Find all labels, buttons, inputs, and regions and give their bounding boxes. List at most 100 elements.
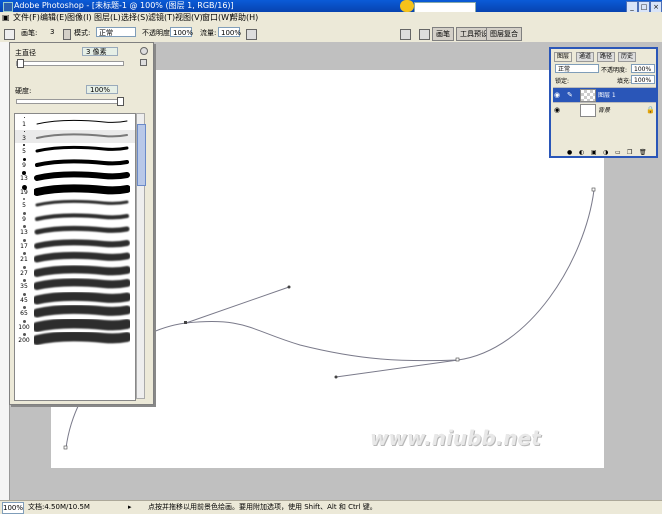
brush-preset-item[interactable]: 5 (15, 197, 135, 210)
brush-preset-list[interactable]: 1 3 5 9 13 19 5 9 13 17 21 27 35 45 65 100 200 (14, 113, 136, 401)
control-handle-line-1[interactable] (185, 286, 290, 324)
layer-name: 背景 (598, 107, 611, 114)
arrow-icon[interactable]: ▸ (128, 501, 132, 514)
status-bar: 100% 文档:4.50M/10.5M ▸ 点按并拖移以用前景色绘画。要用附加选… (0, 500, 662, 514)
tab-history[interactable]: 历史 (618, 52, 637, 62)
diameter-input[interactable]: 3 像素 (82, 47, 118, 56)
anchor-point[interactable] (455, 357, 460, 362)
brush-list-scrollbar[interactable] (136, 113, 146, 399)
brush-size-label: 65 (20, 310, 28, 317)
brush-preset-item[interactable]: 27 (15, 264, 135, 278)
brush-preset-item[interactable]: 35 (15, 278, 135, 291)
brush-preset-item[interactable]: 21 (15, 251, 135, 264)
brush-preset-item[interactable]: 9 (15, 211, 135, 224)
diameter-label: 主直径 (15, 49, 36, 57)
brush-preset-item[interactable]: 65 (15, 305, 135, 318)
panel-menu-icon[interactable] (140, 47, 148, 55)
adjustment-layer-icon[interactable]: ◑ (603, 149, 608, 156)
brush-stroke-path (35, 145, 129, 153)
brush-size-label: 9 (22, 161, 26, 169)
brush-stroke-preview (35, 158, 129, 167)
brush-preset-item[interactable]: 17 (15, 238, 135, 251)
brush-list-scroll-thumb[interactable] (137, 124, 146, 186)
brush-preset-item[interactable]: 5 (15, 143, 135, 156)
brush-size-label: 5 (22, 202, 26, 209)
diameter-slider[interactable] (16, 59, 124, 68)
brush-size-label: 5 (22, 148, 26, 155)
layer-style-icon[interactable]: ◐ (579, 149, 584, 156)
brush-preset-item[interactable]: 3 (15, 129, 135, 143)
brush-stroke-path (36, 132, 128, 139)
brush-preset-item[interactable]: 13 (15, 224, 135, 237)
status-hint: 点按并拖移以用前景色绘画。要用附加选项，使用 Shift、Alt 和 Ctrl … (148, 503, 377, 511)
brush-preset-item[interactable]: 1 (15, 116, 135, 129)
visibility-eye-icon[interactable]: ◉ (554, 106, 562, 114)
new-layer-icon[interactable]: ❐ (627, 149, 632, 156)
brush-stroke-preview (34, 264, 130, 277)
fill-input[interactable]: 100% (631, 75, 655, 84)
delete-layer-icon[interactable]: 🗑 (639, 149, 647, 156)
brush-stroke-path (35, 199, 129, 207)
brush-preset-item[interactable]: 45 (15, 291, 135, 305)
hardness-slider-knob[interactable] (117, 97, 124, 106)
anchor-point[interactable] (63, 445, 68, 450)
brush-preset-item[interactable]: 13 (15, 170, 135, 183)
brush-size-label: 3 (22, 134, 26, 142)
brush-tip-dot (23, 130, 25, 132)
brush-size-label: 27 (20, 269, 28, 277)
new-group-icon[interactable]: ▭ (615, 149, 621, 156)
layer-row[interactable]: ◉ 背景 🔒 (553, 102, 656, 117)
brush-stroke-preview (34, 305, 130, 318)
brush-size-label: 13 (20, 229, 28, 236)
anchor-point[interactable] (591, 187, 596, 192)
tab-channels[interactable]: 通道 (576, 52, 595, 62)
brush-stroke-path (34, 238, 130, 249)
brush-size-label: 9 (22, 215, 26, 223)
brush-stroke-path (34, 318, 130, 332)
layer-mask-icon[interactable]: ▣ (591, 149, 597, 156)
brush-stroke-preview (34, 278, 130, 290)
layer-opacity-input[interactable]: 100% (631, 64, 655, 73)
brush-stroke-preview (34, 332, 130, 345)
panel-expand-icon[interactable] (140, 59, 147, 66)
brush-size-label: 13 (20, 175, 28, 182)
control-handle-point[interactable] (287, 285, 291, 289)
tab-layers[interactable]: 图层 (554, 52, 573, 62)
brush-preset-item[interactable]: 100 (15, 318, 135, 332)
brush-picker-panel: 主直径 3 像素 硬度: 100% 1 3 5 9 13 19 5 9 13 17 21 27 35 45… (9, 42, 154, 405)
brush-preset-item[interactable]: 19 (15, 183, 135, 197)
zoom-level-input[interactable]: 100% (2, 502, 24, 514)
hardness-input[interactable]: 100% (86, 85, 118, 94)
brush-stroke-path (36, 119, 128, 125)
document-size[interactable]: 文档:4.50M/10.5M (28, 501, 90, 514)
tab-paths[interactable]: 路径 (597, 52, 616, 62)
brush-stroke-path (34, 291, 130, 304)
layer-thumbnail (580, 89, 596, 102)
brush-preset-item[interactable]: 200 (15, 332, 135, 345)
brush-stroke-preview (34, 251, 130, 263)
brush-stroke-path (35, 212, 129, 221)
brush-stroke-preview (34, 171, 130, 181)
control-handle-line-2[interactable] (335, 359, 459, 378)
brush-size-label: 200 (18, 337, 30, 344)
layers-panel: 图层 通道 路径 历史 正常 不透明度: 100% 锁定: 填充: 100% ◉… (549, 47, 658, 158)
layer-row[interactable]: ◉ ✎ 图层 1 (553, 87, 656, 102)
brush-size-label: 45 (20, 296, 28, 304)
anchor-point[interactable] (184, 321, 187, 324)
blend-mode-select[interactable]: 正常 (555, 64, 599, 73)
link-layers-icon[interactable]: ● (567, 149, 572, 156)
fill-label: 填充: (617, 78, 632, 85)
control-handle-point[interactable] (334, 375, 338, 379)
brush-size-label: 21 (20, 256, 28, 263)
layer-thumbnail (580, 104, 596, 117)
brush-link-icon[interactable]: ✎ (567, 91, 575, 99)
layer-name: 图层 1 (598, 92, 616, 99)
brush-stroke-path (34, 332, 130, 345)
brush-stroke-preview (36, 132, 128, 139)
brush-preset-item[interactable]: 9 (15, 157, 135, 170)
visibility-eye-icon[interactable]: ◉ (554, 91, 562, 99)
brush-stroke-preview (34, 225, 130, 235)
hardness-slider[interactable] (16, 97, 124, 106)
brush-tip-dot (23, 144, 25, 146)
diameter-slider-knob[interactable] (17, 59, 24, 68)
